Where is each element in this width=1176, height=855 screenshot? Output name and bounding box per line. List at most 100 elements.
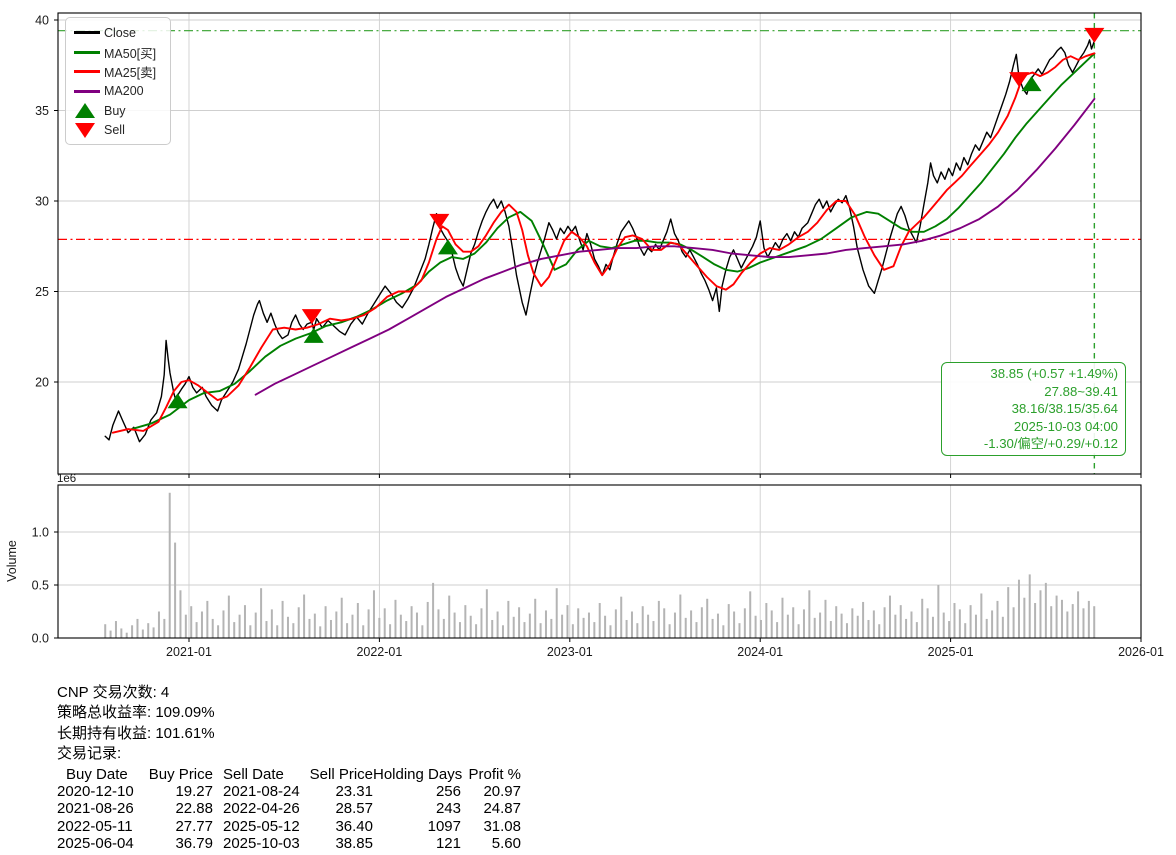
volume-bar (497, 612, 499, 639)
volume-bar (878, 624, 880, 638)
trade-table-cell: 2025-06-04 (57, 835, 137, 852)
volume-bar (470, 616, 472, 638)
volume-bar (738, 623, 740, 638)
volume-y-tick-label: 0.0 (32, 632, 49, 646)
volume-bar (464, 605, 466, 638)
x-tick-label: 2023-01 (547, 645, 593, 659)
volume-bar (873, 610, 875, 638)
sell-marker (429, 214, 449, 229)
legend: CloseMA50[买]MA25[卖]MA200BuySell (65, 17, 171, 145)
volume-bar (523, 622, 525, 638)
x-tick-label: 2022-01 (356, 645, 402, 659)
trade-table-cell: 27.77 (137, 818, 213, 835)
volume-bar (153, 627, 155, 638)
volume-bar (626, 620, 628, 638)
volume-bar (540, 623, 542, 638)
volume-axis-label: Volume (5, 540, 19, 582)
line-sample-icon (74, 51, 100, 54)
trade-table-cell: 36.79 (137, 835, 213, 852)
volume-y-tick-label: 1.0 (32, 526, 49, 540)
trade-table-header: Buy DateBuy PriceSell DateSell PriceHold… (57, 766, 521, 783)
volume-bar (282, 601, 284, 638)
volume-bar (255, 613, 257, 638)
trade-table-cell: 2020-12-10 (57, 783, 137, 800)
volume-bar (835, 606, 837, 638)
volume-bar (115, 621, 117, 638)
volume-bar (1077, 591, 1079, 638)
volume-bar (841, 614, 843, 638)
volume-bar (609, 625, 611, 638)
price-y-tick-label: 20 (35, 376, 49, 390)
volume-bar (636, 623, 638, 638)
volume-bar (916, 622, 918, 638)
line-sample-icon (74, 70, 100, 73)
buy-triangle-icon (75, 103, 95, 118)
volume-bar (824, 600, 826, 638)
volume-bar (679, 595, 681, 638)
volume-bar (142, 630, 144, 638)
volume-bar (712, 619, 714, 638)
legend-item-label: MA200 (104, 84, 144, 98)
volume-bar (480, 608, 482, 638)
volume-bar (776, 622, 778, 638)
price-y-tick-label: 25 (35, 285, 49, 299)
volume-bar (169, 493, 171, 638)
volume-bar (669, 624, 671, 638)
legend-item-label: MA25[卖] (104, 62, 156, 81)
annotation-datetime: 2025-10-03 04:00 (949, 418, 1118, 436)
volume-bar (980, 593, 982, 638)
volume-bar (163, 619, 165, 638)
trade-table-cell: 24.87 (461, 800, 521, 817)
hold-return-line: 长期持有收益: 101.61% (57, 724, 521, 744)
volume-bar (405, 621, 407, 638)
volume-bar (658, 601, 660, 638)
volume-y-tick-label: 0.5 (32, 579, 49, 593)
volume-bar (104, 624, 106, 638)
volume-bar (728, 604, 730, 638)
volume-bar (722, 625, 724, 638)
volume-bar (432, 583, 434, 638)
legend-item-sell: Sell (74, 121, 162, 141)
volume-bar (1045, 583, 1047, 638)
volume-bar (292, 623, 294, 638)
volume-bar (953, 603, 955, 638)
annotation-signal: -1.30/偏空/+0.29/+0.12 (949, 435, 1118, 453)
volume-bar (1066, 612, 1068, 639)
trade-table-header-cell: Buy Date (57, 766, 137, 783)
volume-bar (566, 605, 568, 638)
volume-bar (314, 614, 316, 638)
volume-bar (792, 607, 794, 638)
trade-table-cell: 22.88 (137, 800, 213, 817)
volume-bar (389, 624, 391, 638)
volume-bar (454, 613, 456, 638)
trade-table-row: 2020-12-1019.272021-08-2423.3125620.97 (57, 783, 521, 800)
volume-bar (599, 603, 601, 638)
volume-bar (964, 623, 966, 638)
sell-triangle-icon (75, 123, 95, 138)
volume-bar (244, 605, 246, 638)
legend-item-label: Close (104, 26, 136, 40)
legend-item-buy: Buy (74, 101, 162, 121)
volume-bar (421, 625, 423, 638)
chart-canvas: 20253035402021-012022-012023-012024-0120… (0, 0, 1176, 672)
volume-bar (690, 610, 692, 638)
volume-bar (937, 585, 939, 638)
trade-table-cell: 20.97 (461, 783, 521, 800)
volume-bar (647, 615, 649, 638)
volume-bar (862, 602, 864, 638)
volume-bar (335, 612, 337, 639)
legend-item-label: Sell (104, 123, 125, 137)
volume-bar (174, 543, 176, 638)
trade-count-line: CNP 交易次数: 4 (57, 683, 521, 703)
volume-bar (298, 607, 300, 638)
volume-bar (1007, 587, 1009, 638)
legend-line-swatch (74, 90, 104, 93)
volume-bar (685, 618, 687, 638)
volume-bar (550, 619, 552, 638)
volume-bar (948, 621, 950, 638)
volume-bar (1018, 580, 1020, 638)
volume-bar (814, 618, 816, 638)
volume-bar (287, 617, 289, 638)
volume-bar (120, 628, 122, 638)
trade-table-cell: 2021-08-26 (57, 800, 137, 817)
